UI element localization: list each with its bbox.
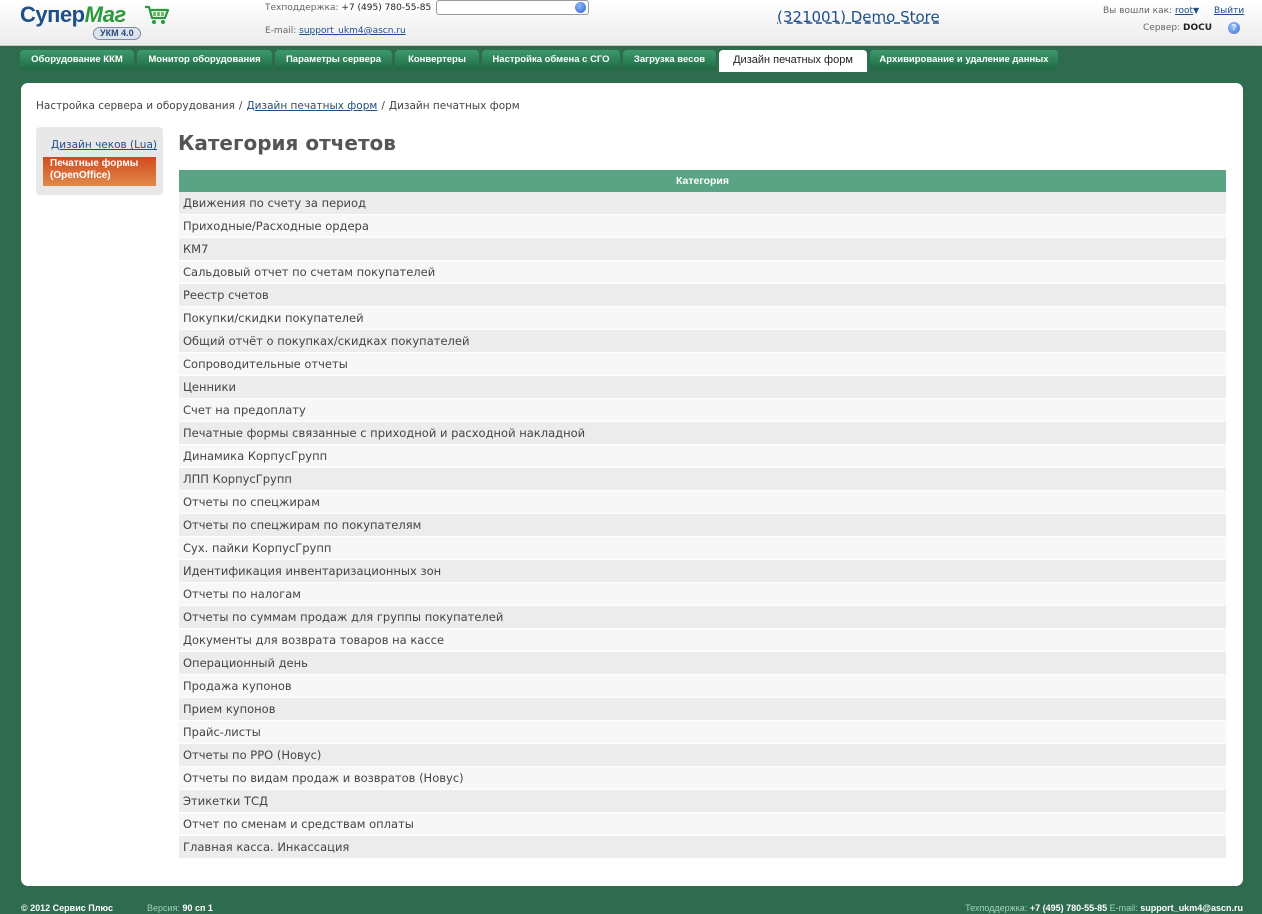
- footer-email-value: support_ukm4@ascn.ru: [1140, 903, 1243, 913]
- user-link[interactable]: root: [1175, 6, 1193, 16]
- breadcrumb-link[interactable]: Дизайн печатных форм: [246, 100, 377, 112]
- tab-archiving[interactable]: Архивирование и удаление данных: [870, 50, 1058, 70]
- search-icon[interactable]: [575, 2, 586, 13]
- server-value: DOCU: [1183, 23, 1213, 33]
- breadcrumb-root: Настройка сервера и оборудования: [36, 100, 235, 112]
- app-logo[interactable]: СуперМаг УКМ 4.0: [20, 2, 180, 42]
- table-row[interactable]: Сальдовый отчет по счетам покупателей: [179, 261, 1226, 284]
- table-row[interactable]: Покупки/скидки покупателей: [179, 307, 1226, 330]
- app-footer: © 2012 Сервис Плюс Версия: 90 сп 1 Техпо…: [0, 903, 1262, 914]
- table-row[interactable]: Ценники: [179, 376, 1226, 399]
- server-label: Сервер:: [1143, 23, 1181, 33]
- page-title: Категория отчетов: [178, 131, 396, 155]
- tab-converters[interactable]: Конвертеры: [395, 50, 479, 70]
- tab-scales-loading[interactable]: Загрузка весов: [623, 50, 716, 70]
- side-menu-item-openoffice[interactable]: Печатные формы (OpenOffice): [43, 157, 156, 186]
- support-info: Техподдержка: +7 (495) 780-55-85: [265, 3, 431, 13]
- table-row[interactable]: Общий отчёт о покупках/скидках покупател…: [179, 330, 1226, 353]
- table-row[interactable]: Реестр счетов: [179, 284, 1226, 307]
- store-selector[interactable]: (321001) Demo Store: [777, 8, 940, 26]
- table-row[interactable]: Отчеты по РРО (Новус): [179, 744, 1226, 767]
- footer-version: Версия: 90 сп 1: [147, 903, 213, 913]
- breadcrumb-separator: /: [238, 100, 243, 112]
- table-row[interactable]: Отчет по сменам и средствам оплаты: [179, 813, 1226, 836]
- footer-support: Техподдержка: +7 (495) 780-55-85 E-mail:…: [965, 903, 1243, 913]
- footer-version-value: 90 сп 1: [182, 903, 213, 913]
- table-row[interactable]: Идентификация инвентаризационных зон: [179, 560, 1226, 583]
- search-box: [436, 0, 589, 20]
- tab-sgo-exchange[interactable]: Настройка обмена с СГО: [482, 50, 620, 70]
- table-row[interactable]: Операционный день: [179, 652, 1226, 675]
- main-nav: Оборудование ККМ Монитор оборудования Па…: [0, 46, 1262, 72]
- side-menu-item-sublabel: (OpenOffice): [50, 170, 111, 181]
- footer-copyright: © 2012 Сервис Плюс: [21, 903, 113, 913]
- support-phone: +7 (495) 780-55-85: [341, 3, 432, 13]
- tab-kkm-equipment[interactable]: Оборудование ККМ: [20, 50, 134, 70]
- table-row[interactable]: Сух. пайки КорпусГрупп: [179, 537, 1226, 560]
- login-info: Вы вошли как: root▼: [1103, 6, 1199, 16]
- cart-icon: [145, 5, 170, 24]
- footer-support-label: Техподдержка:: [965, 903, 1028, 913]
- logo-version-badge: УКМ 4.0: [93, 27, 141, 40]
- table-row[interactable]: Сопроводительные отчеты: [179, 353, 1226, 376]
- table-row[interactable]: Документы для возврата товаров на кассе: [179, 629, 1226, 652]
- table-row[interactable]: Прайс-листы: [179, 721, 1226, 744]
- app-header: СуперМаг УКМ 4.0 Техподдержка: +7 (495) …: [0, 0, 1262, 46]
- table-row[interactable]: Отчеты по видам продаж и возвратов (Нову…: [179, 767, 1226, 790]
- table-row[interactable]: Отчеты по налогам: [179, 583, 1226, 606]
- logo-text: СуперМаг: [20, 2, 126, 27]
- table-row[interactable]: Продажа купонов: [179, 675, 1226, 698]
- table-row[interactable]: Этикетки ТСД: [179, 790, 1226, 813]
- tab-server-params[interactable]: Параметры сервера: [275, 50, 392, 70]
- table-body: Движения по счету за период Приходные/Рас…: [179, 192, 1226, 859]
- table-row[interactable]: Печатные формы связанные с приходной и р…: [179, 422, 1226, 445]
- side-menu: Дизайн чеков (Lua) Печатные формы (OpenO…: [36, 127, 163, 195]
- footer-support-phone: +7 (495) 780-55-85: [1029, 903, 1108, 913]
- search-input[interactable]: [437, 6, 569, 20]
- side-menu-item-lua[interactable]: Дизайн чеков (Lua): [51, 139, 157, 151]
- footer-version-label: Версия:: [147, 903, 180, 913]
- table-row[interactable]: Динамика КорпусГрупп: [179, 445, 1226, 468]
- table-row[interactable]: Движения по счету за период: [179, 192, 1226, 215]
- breadcrumb-separator: /: [381, 100, 385, 112]
- side-menu-item-label: Печатные формы: [50, 158, 139, 169]
- breadcrumb: Настройка сервера и оборудования / Дизайн …: [36, 100, 520, 112]
- footer-email-label: E-mail:: [1109, 903, 1138, 913]
- help-icon[interactable]: ?: [1228, 22, 1240, 34]
- email-link[interactable]: support_ukm4@ascn.ru: [299, 26, 406, 36]
- logout-link[interactable]: Выйти: [1214, 6, 1244, 16]
- server-info: Сервер: DOCU: [1143, 23, 1212, 33]
- support-label: Техподдержка:: [265, 3, 339, 13]
- table-row[interactable]: Приходные/Расходные ордера: [179, 215, 1226, 238]
- tab-equipment-monitor[interactable]: Монитор оборудования: [137, 50, 272, 70]
- table-row[interactable]: Отчеты по суммам продаж для группы покуп…: [179, 606, 1226, 629]
- table-row[interactable]: Главная касса. Инкассация: [179, 836, 1226, 859]
- tab-print-forms-design[interactable]: Дизайн печатных форм: [719, 50, 867, 72]
- caret-down-icon[interactable]: ▼: [1193, 6, 1199, 15]
- table-row[interactable]: Прием купонов: [179, 698, 1226, 721]
- email-label: E-mail:: [265, 26, 297, 36]
- table-row[interactable]: Счет на предоплату: [179, 399, 1226, 422]
- table-row[interactable]: Отчеты по спецжирам по покупателям: [179, 514, 1226, 537]
- email-info: E-mail: support_ukm4@ascn.ru: [265, 26, 406, 36]
- table-row[interactable]: КМ7: [179, 238, 1226, 261]
- login-label: Вы вошли как:: [1103, 6, 1173, 16]
- table-row[interactable]: ЛПП КорпусГрупп: [179, 468, 1226, 491]
- table-row[interactable]: Отчеты по спецжирам: [179, 491, 1226, 514]
- breadcrumb-current: Дизайн печатных форм: [388, 100, 520, 112]
- table-header[interactable]: Категория: [179, 170, 1226, 192]
- content-panel: Настройка сервера и оборудования / Дизайн …: [21, 83, 1243, 886]
- category-table: Категория Движения по счету за период При…: [179, 170, 1226, 859]
